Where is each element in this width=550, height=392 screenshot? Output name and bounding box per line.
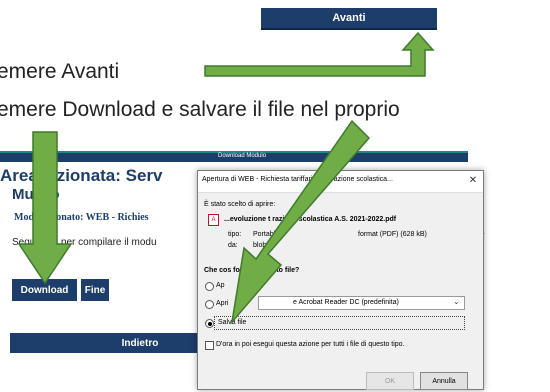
arrow-icon	[230, 119, 371, 325]
annotation-arrows	[17, 31, 435, 325]
arrow-icon	[17, 131, 73, 285]
arrow-icon	[204, 31, 435, 77]
